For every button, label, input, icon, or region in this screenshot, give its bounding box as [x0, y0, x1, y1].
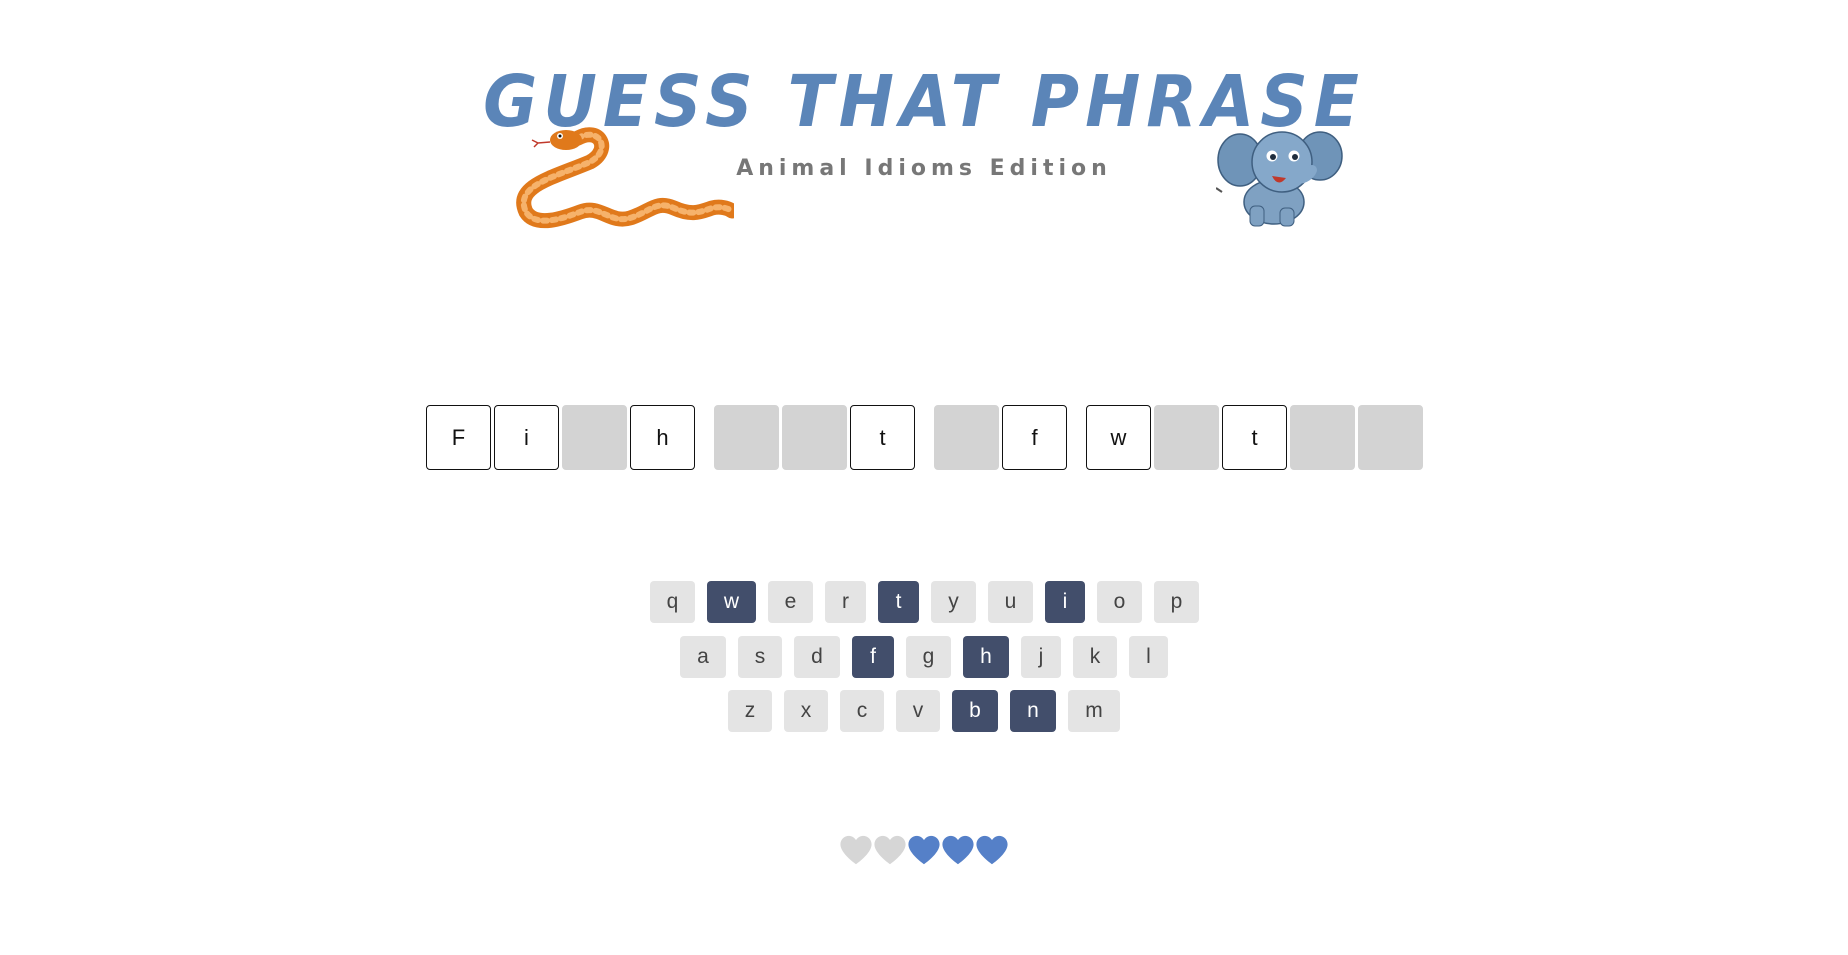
game-subtitle: Animal Idioms Edition — [736, 156, 1112, 181]
letter-tile: w — [1086, 405, 1151, 470]
letter-tile: t — [1222, 405, 1287, 470]
elephant-illustration — [1216, 131, 1343, 227]
hidden-letter-tile — [782, 405, 847, 470]
letter-tile: h — [630, 405, 695, 470]
key-s[interactable]: s — [738, 636, 782, 678]
heart-icon — [976, 835, 1008, 865]
hidden-letter-tile — [1154, 405, 1219, 470]
hidden-letter-tile — [1358, 405, 1423, 470]
key-k[interactable]: k — [1073, 636, 1117, 678]
heart-lost-icon — [874, 835, 906, 865]
key-e[interactable]: e — [768, 581, 813, 623]
heart-icon — [908, 835, 940, 865]
key-d[interactable]: d — [794, 636, 840, 678]
key-h[interactable]: h — [963, 636, 1009, 678]
heart-icon — [942, 835, 974, 865]
keyboard-row-2: asdfghjkl — [0, 636, 1848, 680]
key-y[interactable]: y — [931, 581, 976, 623]
key-n[interactable]: n — [1010, 690, 1056, 732]
key-q[interactable]: q — [650, 581, 695, 623]
key-j[interactable]: j — [1021, 636, 1061, 678]
key-v[interactable]: v — [896, 690, 940, 732]
key-o[interactable]: o — [1097, 581, 1142, 623]
key-x[interactable]: x — [784, 690, 828, 732]
letter-tile: t — [850, 405, 915, 470]
heart-lost-icon — [840, 835, 872, 865]
key-m[interactable]: m — [1068, 690, 1120, 732]
key-g[interactable]: g — [906, 636, 951, 678]
key-p[interactable]: p — [1154, 581, 1199, 623]
letter-tile: f — [1002, 405, 1067, 470]
key-b[interactable]: b — [952, 690, 998, 732]
phrase-board: Fi h t fw t — [0, 405, 1848, 473]
keyboard-row-3: zxcvbnm — [0, 690, 1848, 734]
key-l[interactable]: l — [1129, 636, 1168, 678]
key-r[interactable]: r — [825, 581, 866, 623]
key-f[interactable]: f — [852, 636, 894, 678]
lives-display — [0, 834, 1848, 874]
key-i[interactable]: i — [1045, 581, 1085, 623]
key-t[interactable]: t — [878, 581, 919, 623]
key-c[interactable]: c — [840, 690, 884, 732]
header: GUESS THAT PHRASE Animal Idioms Edition — [0, 0, 1848, 260]
hidden-letter-tile — [714, 405, 779, 470]
key-a[interactable]: a — [680, 636, 726, 678]
letter-tile: i — [494, 405, 559, 470]
hidden-letter-tile — [1290, 405, 1355, 470]
key-z[interactable]: z — [728, 690, 772, 732]
key-w[interactable]: w — [707, 581, 756, 623]
letter-tile: F — [426, 405, 491, 470]
key-u[interactable]: u — [988, 581, 1033, 623]
hidden-letter-tile — [934, 405, 999, 470]
keyboard-row-1: qwertyuiop — [0, 581, 1848, 625]
game-title: GUESS THAT PHRASE — [483, 59, 1365, 144]
hidden-letter-tile — [562, 405, 627, 470]
